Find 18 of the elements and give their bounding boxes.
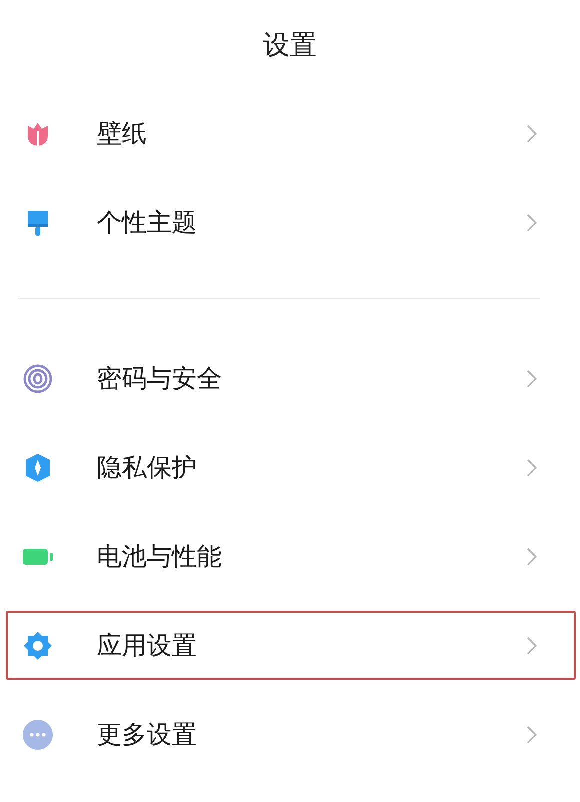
settings-item[interactable]: 密码与安全 [6, 344, 576, 413]
chevron-right-icon [526, 368, 538, 388]
chevron-right-icon [526, 546, 538, 566]
chevron-right-icon [526, 636, 538, 656]
fingerprint-icon [22, 362, 54, 394]
settings-item[interactable]: 更多设置 [6, 700, 576, 769]
chevron-right-icon [526, 212, 538, 232]
page-title: 设置 [263, 28, 317, 62]
settings-icon [22, 630, 54, 662]
chevron-right-icon [526, 458, 538, 478]
settings-item[interactable]: 应用设置 [6, 611, 576, 680]
chevron-right-icon [526, 124, 538, 144]
chevron-right-icon [526, 724, 538, 744]
settings-item[interactable]: 个性主题 [6, 188, 576, 257]
settings-item[interactable]: 电池与性能 [6, 522, 576, 591]
settings-item[interactable]: 壁纸 [6, 99, 576, 168]
more-icon [22, 718, 54, 750]
settings-item[interactable]: 隐私保护 [6, 433, 576, 502]
